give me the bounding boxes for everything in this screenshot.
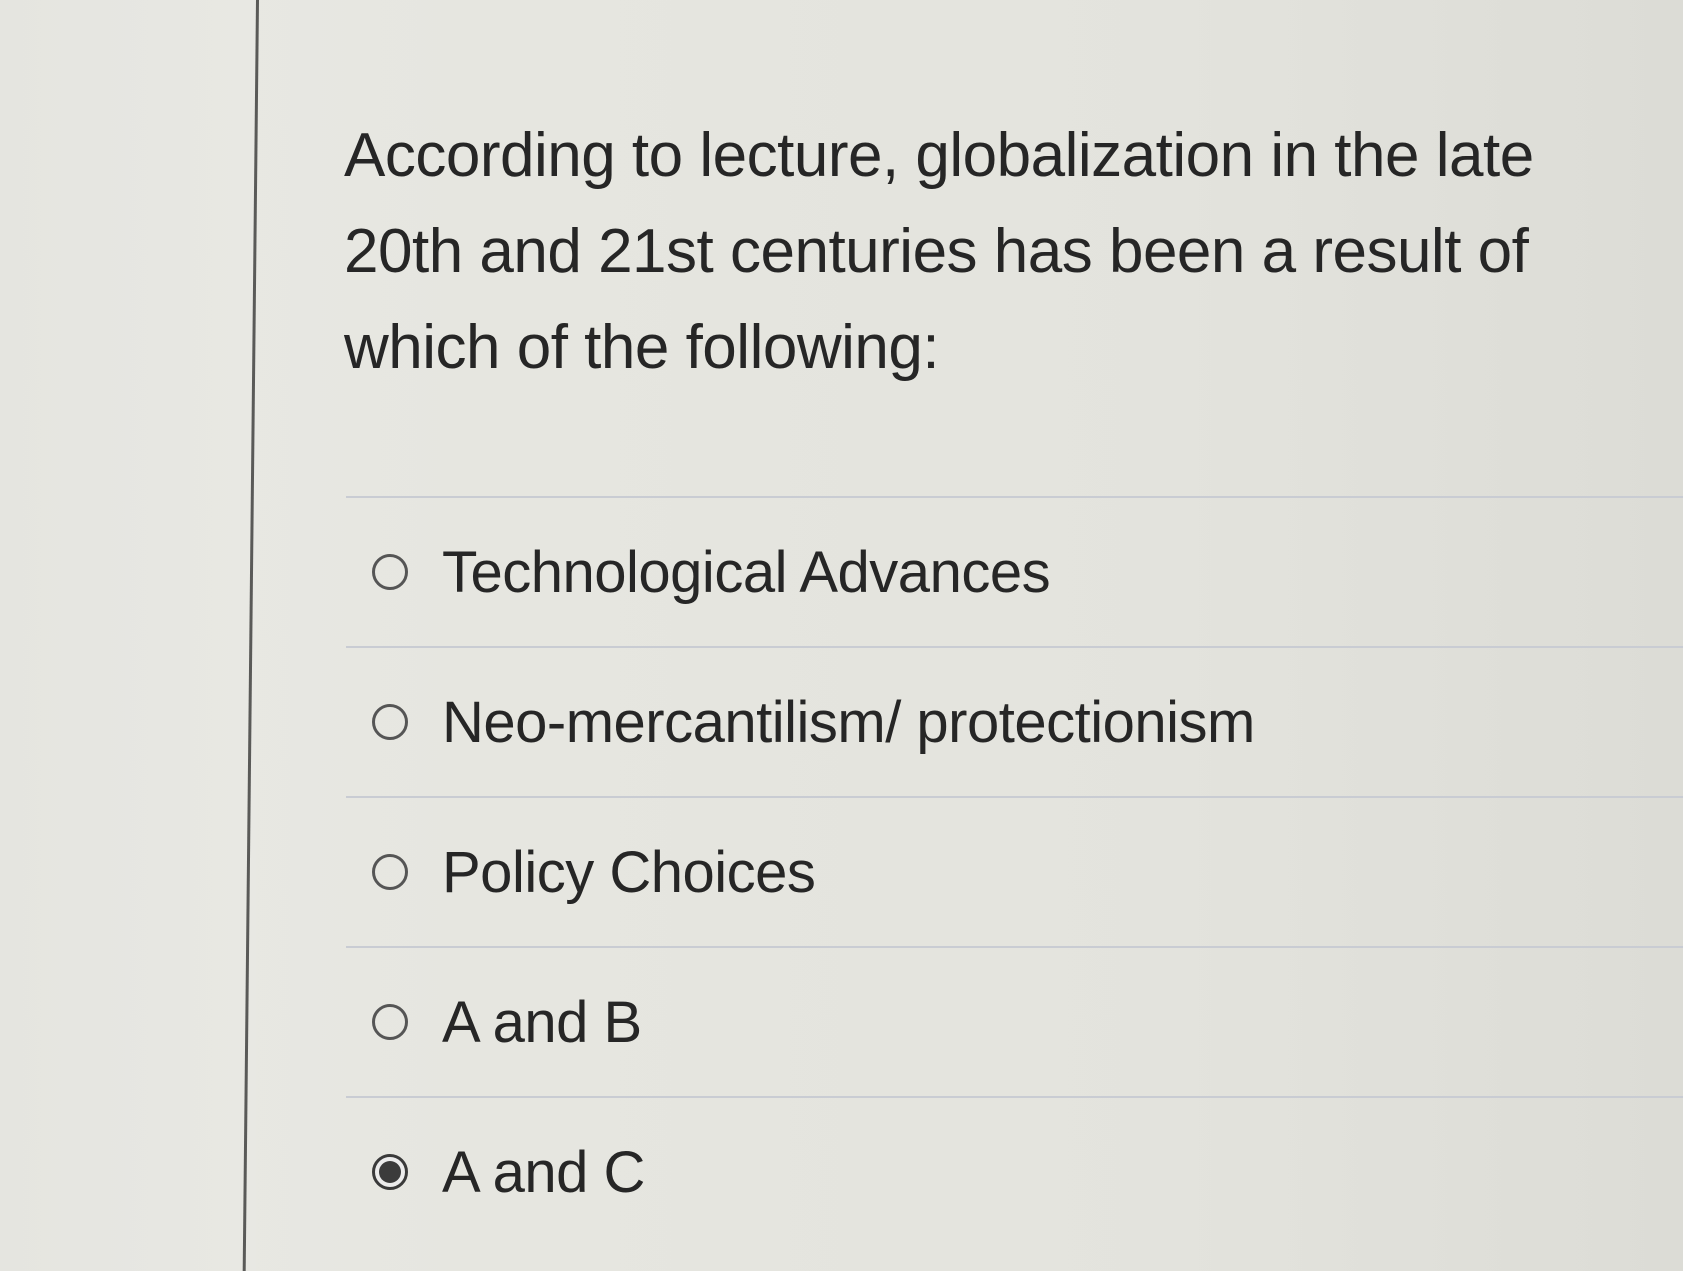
radio-button[interactable] [372,1004,408,1040]
radio-button[interactable] [372,554,408,590]
left-margin [0,0,256,1271]
answer-label: A and B [442,989,642,1055]
answer-option-a[interactable]: Technological Advances [340,498,1683,646]
answer-label: Policy Choices [442,839,816,905]
radio-button-selected[interactable] [372,1154,408,1190]
answer-option-d[interactable]: A and B [340,948,1683,1096]
question-text: According to lecture, globalization in t… [344,121,1534,382]
answer-options: Technological Advances Neo-mercantilism/… [340,496,1683,1246]
answer-label: Neo-mercantilism/ protectionism [442,689,1255,755]
answer-option-c[interactable]: Policy Choices [340,798,1683,946]
answer-label: A and C [442,1139,645,1205]
answer-option-b[interactable]: Neo-mercantilism/ protectionism [340,648,1683,796]
answer-option-e[interactable]: A and C [340,1098,1683,1246]
answer-label: Technological Advances [442,539,1051,605]
radio-button[interactable] [372,704,408,740]
radio-button[interactable] [372,854,408,890]
